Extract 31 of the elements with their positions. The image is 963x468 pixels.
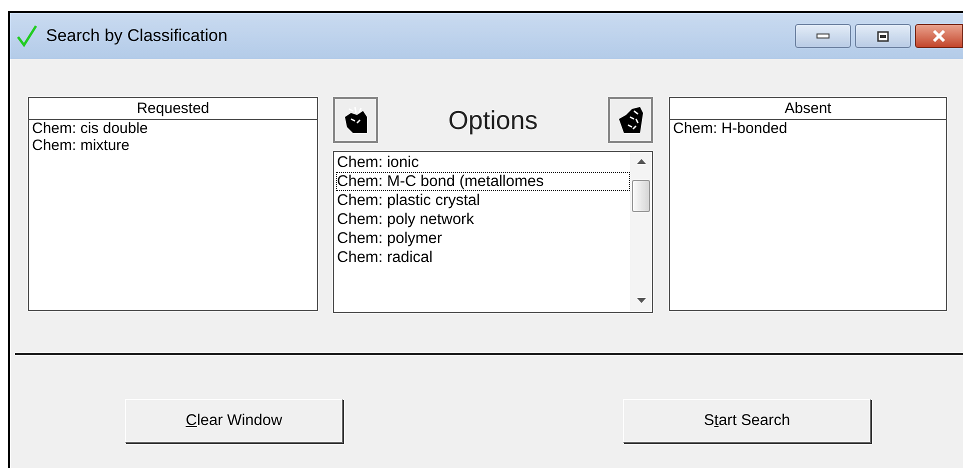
- list-header: Requested: [29, 98, 317, 120]
- minimize-button[interactable]: [795, 24, 851, 48]
- minimize-icon: [816, 33, 830, 39]
- list-item[interactable]: Chem: ionic: [336, 153, 630, 172]
- requested-list[interactable]: Requested Chem: cis double Chem: mixture: [28, 97, 318, 311]
- options-list[interactable]: Chem: ionic Chem: M-C bond (metallomes Chem: plastic crystal Chem: poly network Chem: polymer Chem: radical: [333, 151, 653, 313]
- scroll-up-icon[interactable]: [636, 158, 646, 164]
- close-icon: [932, 30, 946, 42]
- absent-list[interactable]: Absent Chem: H-bonded: [669, 97, 947, 311]
- exclude-button[interactable]: [608, 97, 653, 143]
- list-item[interactable]: Chem: H-bonded: [673, 120, 788, 137]
- restore-icon: [877, 30, 889, 42]
- window-title: Search by Classification: [46, 25, 228, 48]
- push-button[interactable]: Start Search: [623, 399, 871, 443]
- list-item[interactable]: Chem: M-C bond (metallomes: [336, 172, 630, 191]
- list-item[interactable]: Chem: mixture: [32, 137, 130, 154]
- options-title: Options: [447, 104, 539, 136]
- scrollbar[interactable]: [630, 152, 652, 312]
- list-item[interactable]: Chem: cis double: [32, 120, 148, 137]
- maximize-button[interactable]: [855, 24, 911, 48]
- close-button[interactable]: [915, 24, 963, 48]
- list-item[interactable]: Chem: poly network: [336, 210, 630, 229]
- scroll-down-icon[interactable]: [636, 298, 646, 304]
- list-item[interactable]: Chem: plastic crystal: [336, 191, 630, 210]
- add-button[interactable]: [333, 97, 378, 143]
- scroll-thumb[interactable]: [632, 180, 650, 212]
- list-header: Absent: [670, 98, 946, 120]
- checkmark-icon: [16, 24, 38, 48]
- list-item[interactable]: Chem: radical: [336, 248, 630, 267]
- push-button[interactable]: Clear Window: [125, 399, 343, 443]
- list-item[interactable]: Chem: polymer: [336, 229, 630, 248]
